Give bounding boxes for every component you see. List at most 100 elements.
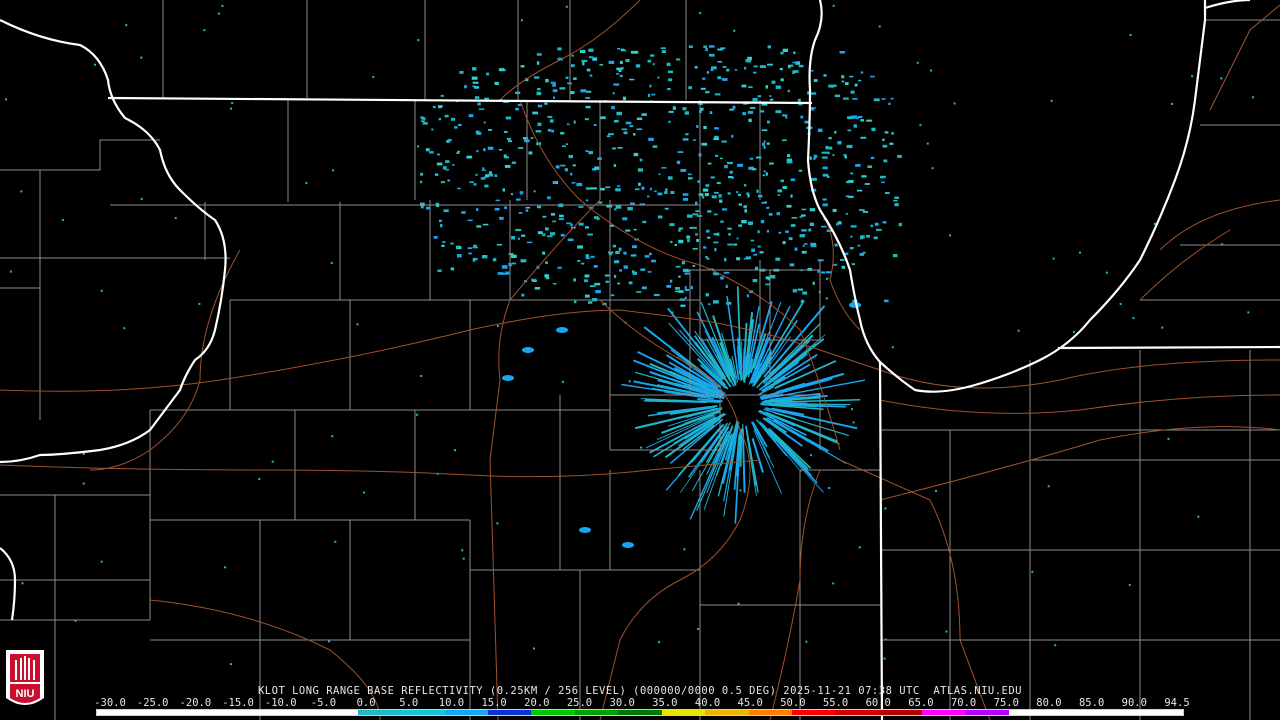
echo-pixel	[767, 45, 771, 49]
echo-pixel	[617, 147, 623, 149]
echo-pixel	[675, 287, 680, 290]
echo-pixel	[1054, 644, 1057, 647]
echo-pixel	[203, 29, 206, 32]
echo-pixel	[658, 641, 661, 644]
echo-pixel	[559, 214, 564, 218]
echo-pixel	[552, 220, 556, 223]
echo-pixel	[416, 413, 419, 416]
echo-pixel	[713, 135, 719, 138]
echo-pixel	[761, 129, 768, 132]
echo-pixel	[417, 145, 419, 148]
echo-pixel	[637, 168, 643, 172]
echo-pixel	[560, 233, 565, 237]
echo-pixel	[436, 162, 443, 166]
echo-pixel	[527, 241, 533, 244]
echo-pixel	[790, 178, 796, 181]
echo-pixel	[687, 214, 693, 218]
echo-pixel	[713, 213, 718, 216]
echo-pixel	[671, 311, 674, 314]
echo-pixel	[867, 165, 873, 168]
echo-pixel	[511, 161, 517, 164]
echo-pixel	[720, 157, 723, 160]
echo-pixel	[751, 248, 755, 252]
echo-pixel	[743, 205, 747, 209]
echo-pixel	[870, 75, 875, 78]
echo-pixel	[883, 159, 888, 163]
echo-pixel	[532, 111, 538, 115]
echo-pixel	[747, 194, 750, 198]
echo-pixel	[686, 235, 691, 239]
echo-pixel	[452, 164, 455, 166]
echo-pixel	[801, 208, 807, 211]
echo-pixel	[518, 147, 524, 149]
echo-pixel	[810, 92, 817, 95]
colorbar-segment	[227, 710, 271, 715]
echo-pixel	[619, 60, 623, 64]
echo-pixel	[542, 251, 546, 255]
echo-pixel	[503, 154, 507, 158]
echo-pixel	[494, 207, 500, 211]
echo-pixel	[617, 282, 621, 285]
echo-pixel	[1050, 99, 1053, 102]
echo-pixel	[703, 45, 707, 48]
echo-pixel	[508, 140, 512, 143]
echo-pixel	[550, 81, 556, 84]
echo-pixel	[790, 224, 796, 227]
echo-pixel	[692, 264, 696, 267]
echo-pixel	[484, 184, 489, 188]
echo-pixel	[882, 138, 885, 141]
echo-pixel	[362, 491, 365, 494]
echo-pixel	[334, 540, 337, 543]
echo-pixel	[587, 257, 591, 259]
echo-pixel	[568, 155, 573, 159]
echo-pixel	[420, 172, 424, 176]
echo-pixel	[782, 48, 788, 52]
echo-pixel	[140, 56, 143, 59]
echo-pixel	[844, 155, 847, 159]
echo-pixel	[573, 120, 576, 124]
echo-pixel	[764, 201, 767, 204]
echo-pixel	[544, 102, 548, 105]
colorbar-segment	[357, 710, 402, 715]
echo-pixel	[850, 225, 857, 228]
colorbar-segment	[97, 710, 141, 715]
echo-pixel	[9, 270, 12, 273]
colorbar-segment	[878, 710, 923, 715]
echo-pixel	[1129, 33, 1132, 36]
echo-pixel	[534, 287, 541, 290]
echo-pixel	[549, 119, 554, 123]
echo-pixel	[420, 116, 424, 119]
echo-pixel	[628, 281, 633, 285]
echo-pixel	[860, 136, 867, 139]
echo-pixel	[822, 198, 827, 201]
echo-pixel	[528, 151, 533, 155]
echo-pixel	[688, 86, 692, 90]
echo-pixel	[713, 241, 719, 244]
echo-pixel	[20, 190, 23, 193]
echo-pixel	[504, 165, 511, 168]
echo-pixel	[450, 267, 455, 271]
echo-pixel	[438, 118, 441, 121]
echo-pixel	[689, 227, 693, 229]
echo-pixel	[606, 135, 611, 138]
echo-pixel	[484, 97, 489, 100]
echo-pixel	[763, 145, 766, 149]
echo-pixel	[530, 137, 534, 139]
echo-pixel	[798, 169, 803, 172]
echo-pixel	[691, 226, 697, 229]
echo-pixel	[641, 113, 647, 116]
echo-pixel	[792, 70, 795, 75]
echo-pixel	[850, 172, 854, 175]
colorbar-segment	[661, 710, 706, 715]
echo-pixel	[717, 76, 722, 80]
echo-pixel	[487, 146, 494, 150]
echo-pixel	[621, 128, 628, 131]
echo-pixel	[817, 259, 824, 262]
echo-pixel	[640, 268, 646, 271]
echo-pixel	[873, 98, 880, 102]
echo-pixel	[874, 222, 879, 226]
echo-pixel	[499, 216, 504, 220]
echo-pixel	[817, 128, 823, 132]
echo-pixel	[1167, 437, 1170, 440]
echo-pixel	[585, 97, 590, 99]
